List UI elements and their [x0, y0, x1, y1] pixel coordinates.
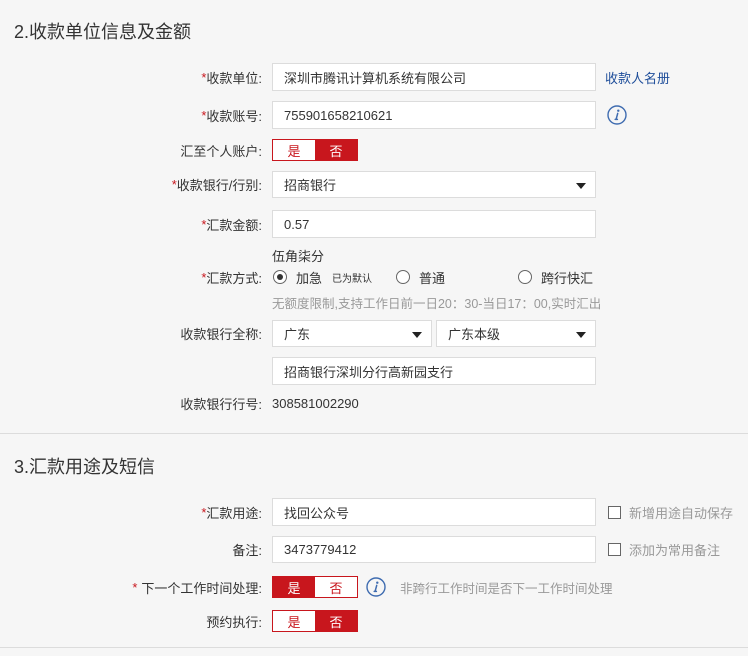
bank-number-value: 308581002290 [272, 395, 359, 411]
bank-number-label: 收款银行行号: [180, 396, 262, 412]
payee-label: * 收款单位: [0, 63, 262, 91]
method-option-normal[interactable]: 普通 [396, 267, 445, 287]
amount-input[interactable]: 0.57 [272, 210, 596, 238]
payee-input[interactable]: 深圳市腾讯计算机系统有限公司 [272, 63, 596, 91]
amount-row: * 汇款金额: 0.57 [0, 210, 748, 238]
province-select-value: 广东 [284, 327, 311, 342]
purpose-autosave-option[interactable]: 新增用途自动保存 [608, 498, 733, 526]
method-label: * 汇款方式: [0, 267, 262, 287]
next-workday-label: * 下一个工作时间处理: [0, 576, 262, 598]
account-label: * 收款账号: [0, 101, 262, 129]
amount-label: * 汇款金额: [0, 210, 262, 238]
next-workday-hint: 非跨行工作时间是否下一工作时间处理 [400, 581, 613, 596]
bank-label-text: 收款银行/行别: [176, 178, 262, 193]
section-title-payee: 2.收款单位信息及金额 [14, 22, 192, 42]
method-option-normal-label: 普通 [419, 270, 446, 286]
scheduled-row: 预约执行: 是 否 [0, 610, 748, 632]
purpose-label-text: 汇款用途: [206, 505, 262, 521]
method-hint: 无额度限制,支持工作日前一日20：30-当日17：00,实时汇出 [272, 296, 602, 311]
bottom-divider [0, 647, 748, 648]
bank-number-row: 收款银行行号: 308581002290 [0, 394, 748, 412]
account-input[interactable]: 755901658210621 [272, 101, 596, 129]
required-mark: * [132, 579, 138, 595]
city-select[interactable]: 广东本级 [436, 320, 596, 347]
remark-label: 备注: [232, 543, 262, 558]
amount-label-text: 汇款金额: [206, 217, 262, 233]
bank-full-name-label: 收款银行全称: [180, 327, 262, 342]
method-row: * 汇款方式: 加急 已为默认 普通 跨行快汇 [0, 267, 748, 287]
purpose-row: * 汇款用途: 找回公众号 新增用途自动保存 [0, 498, 748, 526]
bank-branch-input[interactable]: 招商银行深圳分行高新园支行 [272, 357, 596, 385]
radio-button[interactable] [273, 270, 287, 284]
personal-account-yes-button[interactable]: 是 [273, 140, 315, 160]
scheduled-toggle: 是 否 [272, 610, 358, 632]
next-workday-label-text: 下一个工作时间处理: [141, 580, 262, 596]
account-label-text: 收款账号: [206, 108, 262, 124]
method-option-interbank-fast-label: 跨行快汇 [541, 270, 594, 286]
next-workday-yes-button[interactable]: 是 [273, 577, 315, 597]
method-option-urgent-label: 加急 [296, 270, 323, 286]
payee-roster-link[interactable]: 收款人名册 [605, 63, 670, 91]
scheduled-no-button[interactable]: 否 [315, 611, 357, 631]
method-label-text: 汇款方式: [206, 270, 262, 286]
remark-row: 备注: 3473779412 添加为常用备注 [0, 536, 748, 563]
personal-account-toggle: 是 否 [272, 139, 358, 161]
bank-select[interactable]: 招商银行 [272, 171, 596, 198]
next-workday-no-button[interactable]: 否 [315, 577, 357, 597]
city-select-value: 广东本级 [448, 327, 501, 342]
personal-account-row: 汇至个人账户: 是 否 [0, 139, 748, 161]
bank-select-value: 招商银行 [284, 178, 337, 193]
personal-account-label: 汇至个人账户: [180, 143, 262, 159]
purpose-autosave-label: 新增用途自动保存 [629, 505, 734, 521]
scheduled-label: 预约执行: [206, 614, 262, 630]
remark-save-option[interactable]: 添加为常用备注 [608, 536, 720, 563]
radio-button[interactable] [396, 270, 410, 284]
checkbox[interactable] [608, 543, 621, 556]
payee-row: * 收款单位: 深圳市腾讯计算机系统有限公司 收款人名册 [0, 63, 748, 91]
chevron-down-icon [576, 331, 586, 338]
next-workday-toggle: 是 否 [272, 576, 358, 598]
amount-in-words: 伍角柒分 [272, 248, 325, 264]
method-option-urgent[interactable]: 加急 已为默认 [273, 267, 372, 287]
info-icon[interactable] [366, 577, 386, 597]
purpose-label: * 汇款用途: [0, 498, 262, 526]
bank-row: * 收款银行/行别: 招商银行 [0, 171, 748, 198]
bank-full-name-row: 收款银行全称: 广东 广东本级 [0, 320, 748, 347]
default-note: 已为默认 [332, 273, 373, 285]
transfer-form: 2.收款单位信息及金额 * 收款单位: 深圳市腾讯计算机系统有限公司 收款人名册 … [0, 0, 748, 656]
chevron-down-icon [576, 182, 586, 189]
payee-label-text: 收款单位: [206, 70, 262, 86]
bank-label: * 收款银行/行别: [0, 171, 262, 198]
next-workday-row: * 下一个工作时间处理: 是 否 非跨行工作时间是否下一工作时间处理 [0, 576, 748, 598]
radio-button[interactable] [518, 270, 532, 284]
chevron-down-icon [412, 331, 422, 338]
remark-input[interactable]: 3473779412 [272, 536, 596, 563]
method-hint-row: 无额度限制,支持工作日前一日20：30-当日17：00,实时汇出 [0, 293, 748, 311]
bank-branch-row: 招商银行深圳分行高新园支行 [0, 357, 748, 385]
checkbox[interactable] [608, 505, 621, 519]
purpose-input[interactable]: 找回公众号 [272, 498, 596, 526]
info-icon[interactable] [607, 105, 627, 125]
remark-save-label: 添加为常用备注 [629, 543, 721, 558]
scheduled-yes-button[interactable]: 是 [273, 611, 315, 631]
section-divider [0, 433, 748, 434]
amount-words-row: 伍角柒分 [0, 246, 748, 264]
method-option-interbank-fast[interactable]: 跨行快汇 [518, 267, 593, 287]
section-title-purpose: 3.汇款用途及短信 [14, 457, 156, 477]
account-row: * 收款账号: 755901658210621 [0, 101, 748, 129]
province-select[interactable]: 广东 [272, 320, 432, 347]
personal-account-no-button[interactable]: 否 [315, 140, 357, 160]
